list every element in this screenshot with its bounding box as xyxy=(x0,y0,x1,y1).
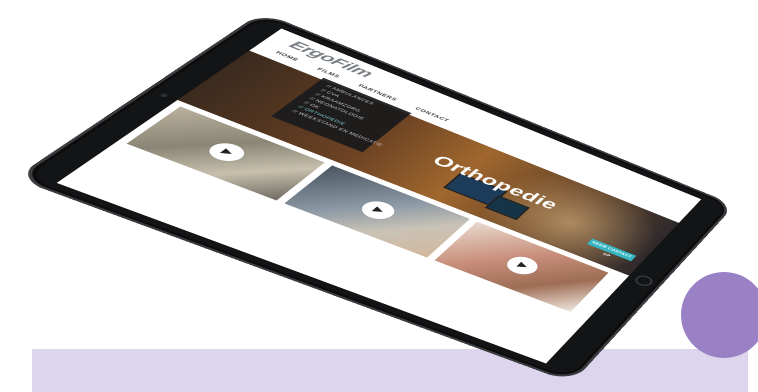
tablet-mockup: ErgoFilm HOME FILMS PARTNERS CONTACT Ort… xyxy=(0,0,758,392)
play-icon[interactable] xyxy=(501,253,543,278)
play-icon[interactable] xyxy=(355,197,401,223)
decorative-circle xyxy=(681,272,758,358)
tablet-device: ErgoFilm HOME FILMS PARTNERS CONTACT Ort… xyxy=(13,12,736,384)
play-icon[interactable] xyxy=(202,139,251,165)
